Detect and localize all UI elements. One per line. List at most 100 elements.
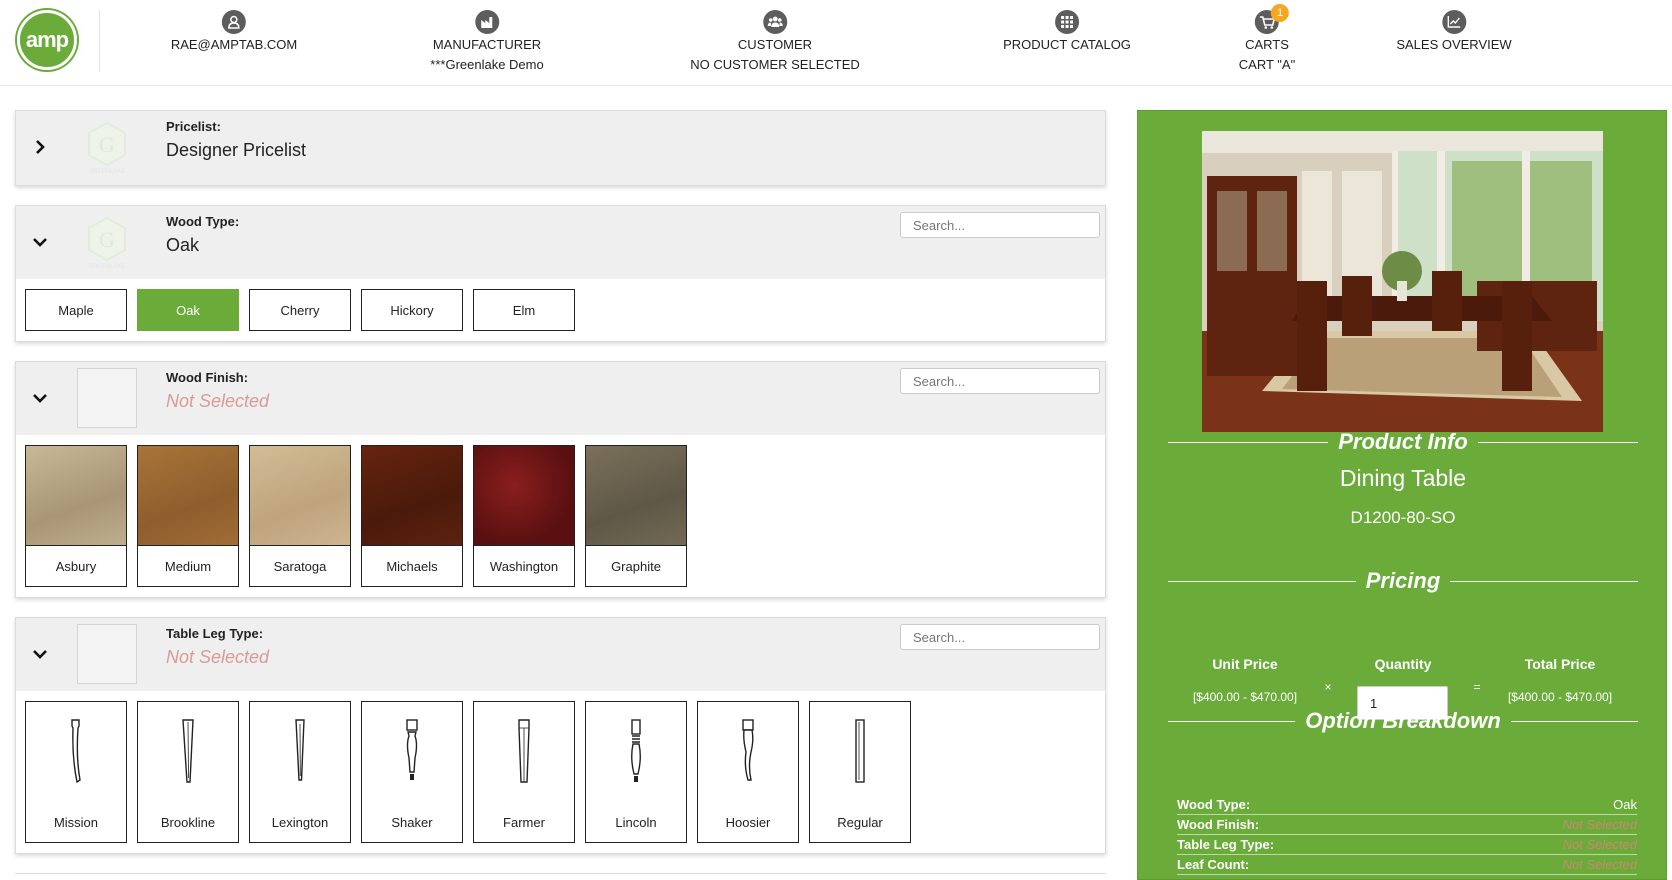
nav-customer[interactable]: CUSTOMER NO CUSTOMER SELECTED	[690, 10, 860, 75]
nav-customer-label: CUSTOMER	[737, 37, 813, 52]
greenlake-logo-thumbnail: G GREENLAKE	[77, 117, 137, 177]
breakdown-value: Not Selected	[1562, 857, 1637, 872]
wood-finish-value: Not Selected	[166, 391, 270, 411]
pricelist-label: Pricelist:	[166, 119, 221, 134]
farmer-leg-icon	[518, 719, 530, 783]
nav-manufacturer[interactable]: MANUFACTURER ***Greenlake Demo	[430, 10, 544, 75]
leg-label: Shaker	[391, 815, 433, 830]
wood-finish-panel-header[interactable]: Wood Finish: Not Selected	[16, 362, 1105, 435]
brookline-leg-icon	[182, 719, 194, 783]
finish-label: Saratoga	[273, 558, 327, 574]
product-summary-sidebar: Product Info Dining Table D1200-80-SO Pr…	[1137, 110, 1667, 880]
breakdown-value: Not Selected	[1562, 837, 1637, 852]
shaker-leg-icon	[406, 719, 418, 780]
leg-label: Lincoln	[615, 815, 657, 830]
breakdown-row-wood-type: Wood Type: Oak	[1177, 795, 1637, 815]
wood-finish-label: Wood Finish:	[166, 370, 249, 385]
user-icon	[221, 10, 246, 34]
finish-label: Washington	[489, 558, 559, 574]
finish-swatch-washington	[474, 446, 574, 546]
leg-option-lincoln[interactable]: Lincoln	[585, 701, 687, 843]
product-photo	[1202, 131, 1603, 432]
chevron-down-icon[interactable]	[30, 644, 50, 664]
leg-label: Brookline	[160, 815, 216, 830]
wood-type-option-elm[interactable]: Elm	[473, 289, 575, 331]
wood-type-option-oak[interactable]: Oak	[137, 289, 239, 331]
table-leg-type-label: Table Leg Type:	[166, 626, 264, 641]
breakdown-value: Oak	[1613, 797, 1637, 812]
nav-carts-label: CARTS	[1245, 37, 1289, 52]
wood-finish-search-input[interactable]	[900, 368, 1100, 394]
heading-rule	[1510, 720, 1638, 722]
multiply-sign: ×	[1324, 680, 1332, 694]
wood-type-option-cherry[interactable]: Cherry	[249, 289, 351, 331]
leg-option-brookline[interactable]: Brookline	[137, 701, 239, 843]
finish-option-washington[interactable]: Washington	[473, 445, 575, 587]
heading-rule	[1168, 441, 1329, 443]
table-leg-type-panel: Table Leg Type: Not Selected Mission Bro…	[15, 617, 1106, 854]
leg-option-shaker[interactable]: Shaker	[361, 701, 463, 843]
wood-type-search-input[interactable]	[900, 212, 1100, 238]
total-price-label: Total Price	[1524, 656, 1596, 672]
table-leg-type-value: Not Selected	[166, 647, 270, 667]
unit-price-value: [$400.00 - $470.00]	[1192, 690, 1298, 704]
wood-type-panel-header[interactable]: G GREENLAKE Wood Type: Oak	[16, 206, 1105, 279]
finish-option-michaels[interactable]: Michaels	[361, 445, 463, 587]
logo-text: amp	[25, 27, 69, 52]
unit-price-label: Unit Price	[1212, 656, 1278, 672]
wood-type-option-hickory[interactable]: Hickory	[361, 289, 463, 331]
option-breakdown-title: Option Breakdown	[1305, 708, 1501, 733]
table-leg-type-panel-header[interactable]: Table Leg Type: Not Selected	[16, 618, 1105, 691]
leg-option-mission[interactable]: Mission	[25, 701, 127, 843]
nav-user-email: RAE@AMPTAB.COM	[170, 37, 298, 52]
chevron-down-icon[interactable]	[30, 232, 50, 252]
table-leg-search-input[interactable]	[900, 624, 1100, 650]
option-breakdown-heading: Option Breakdown	[1168, 708, 1638, 734]
nav-carts[interactable]: 1 CARTS CART "A"	[1239, 4, 1295, 75]
breakdown-value: Not Selected	[1562, 817, 1637, 832]
product-info-title: Product Info	[1338, 429, 1468, 454]
cart-icon: 1	[1255, 4, 1289, 34]
wood-finish-thumbnail	[77, 368, 137, 428]
pricing-heading: Pricing	[1168, 568, 1639, 594]
greenlake-logo-thumbnail: G GREENLAKE	[77, 212, 137, 272]
leg-option-lexington[interactable]: Lexington	[249, 701, 351, 843]
mission-leg-icon	[71, 719, 81, 784]
leg-option-farmer[interactable]: Farmer	[473, 701, 575, 843]
factory-icon	[474, 10, 499, 34]
wood-finish-options: Asbury Medium Saratoga Michaels Washingt…	[16, 435, 1105, 597]
breakdown-label: Wood Type:	[1177, 797, 1251, 812]
product-info-heading: Product Info	[1168, 429, 1639, 455]
finish-label: Asbury	[55, 558, 97, 574]
leg-option-regular[interactable]: Regular	[809, 701, 911, 843]
next-panel-edge	[15, 873, 1106, 877]
finish-option-medium[interactable]: Medium	[137, 445, 239, 587]
users-icon	[762, 10, 787, 34]
wood-type-option-maple[interactable]: Maple	[25, 289, 127, 331]
chevron-right-icon[interactable]	[30, 137, 50, 157]
nav-product-catalog-label: PRODUCT CATALOG	[1003, 37, 1131, 52]
nav-product-catalog[interactable]: PRODUCT CATALOG	[1003, 10, 1131, 55]
nav-manufacturer-value: ***Greenlake Demo	[430, 57, 544, 72]
svg-text:G: G	[99, 132, 115, 157]
nav-user-account[interactable]: RAE@AMPTAB.COM	[171, 10, 297, 55]
svg-text:GREENLAKE: GREENLAKE	[89, 264, 126, 270]
wood-type-panel: G GREENLAKE Wood Type: Oak Maple Oak Cher…	[15, 205, 1106, 342]
leg-label: Mission	[53, 815, 99, 830]
leg-option-hoosier[interactable]: Hoosier	[697, 701, 799, 843]
finish-option-graphite[interactable]: Graphite	[585, 445, 687, 587]
finish-swatch-medium	[138, 446, 238, 546]
chevron-down-icon[interactable]	[30, 388, 50, 408]
finish-swatch-saratoga	[250, 446, 350, 546]
pricing-title: Pricing	[1365, 568, 1441, 593]
pricelist-panel-header[interactable]: G GREENLAKE Pricelist: Designer Pricelist	[16, 111, 1105, 185]
nav-sales-overview-label: SALES OVERVIEW	[1396, 37, 1512, 52]
finish-option-asbury[interactable]: Asbury	[25, 445, 127, 587]
amp-logo[interactable]: amp	[17, 10, 77, 70]
finish-option-saratoga[interactable]: Saratoga	[249, 445, 351, 587]
table-leg-thumbnail	[77, 624, 137, 684]
finish-swatch-michaels	[362, 446, 462, 546]
nav-sales-overview[interactable]: SALES OVERVIEW	[1396, 10, 1512, 55]
leg-label: Farmer	[503, 815, 545, 830]
breakdown-row-wood-finish: Wood Finish: Not Selected	[1177, 815, 1637, 835]
